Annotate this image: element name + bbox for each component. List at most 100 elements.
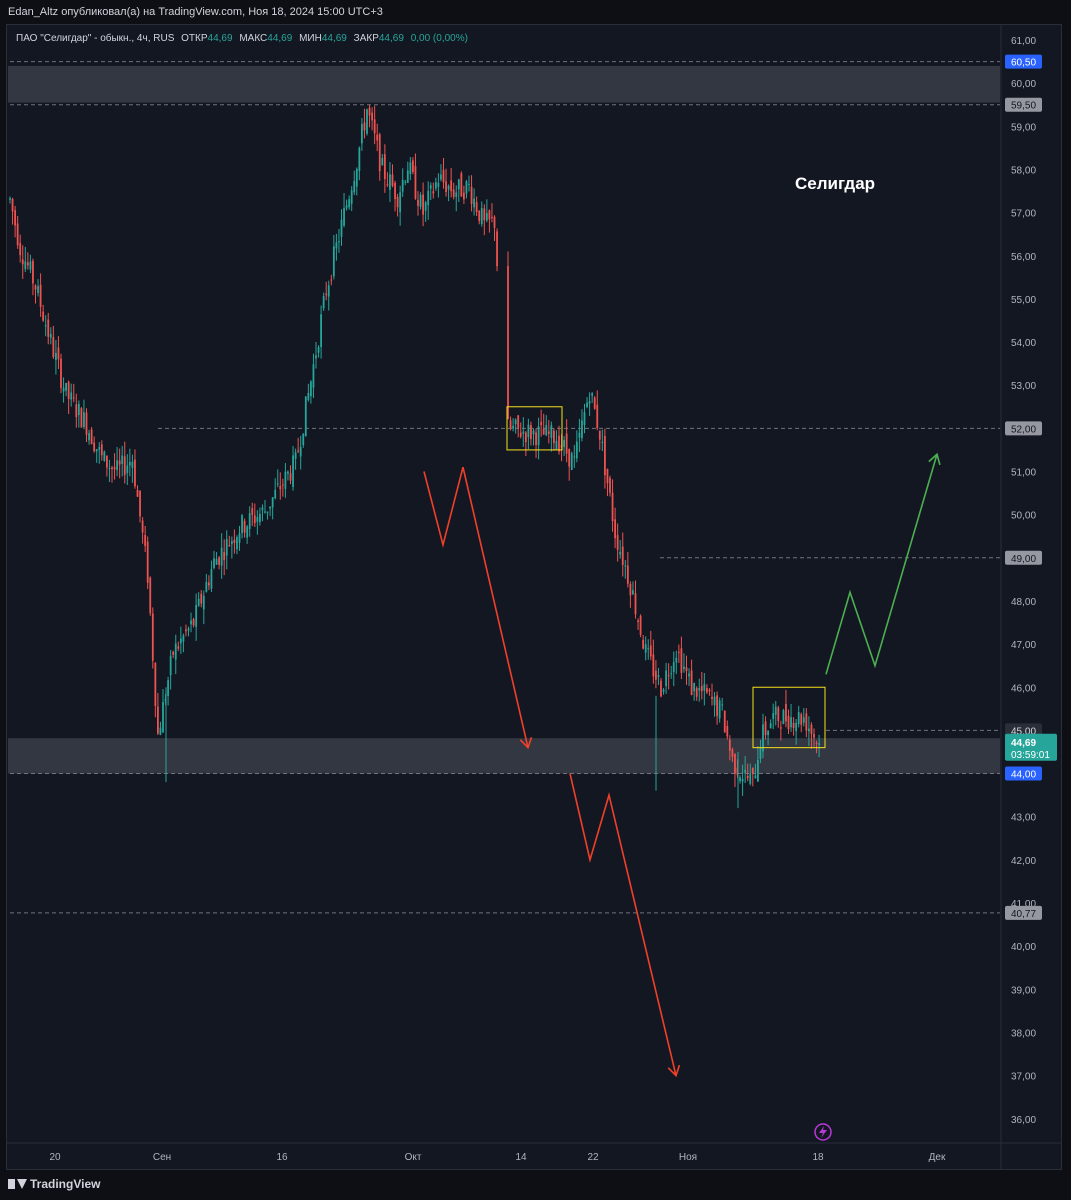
candle-body	[452, 189, 455, 197]
candle-body	[690, 670, 693, 696]
candle-body	[409, 162, 412, 175]
candle-body	[65, 382, 67, 391]
candle-body	[90, 429, 93, 445]
candle-body	[519, 432, 522, 437]
candle-body	[256, 517, 259, 522]
candle-body	[675, 657, 678, 663]
price-tag-label: 59,50	[1011, 101, 1036, 112]
price-tick-label: 57,00	[1011, 209, 1036, 220]
candle-body	[72, 397, 75, 399]
candle-body	[813, 733, 815, 738]
candle-body	[77, 403, 80, 416]
candle-body	[238, 533, 241, 543]
candle-body	[588, 401, 591, 404]
tradingview-logo[interactable]: TradingView	[8, 1177, 100, 1191]
candle-body	[614, 519, 616, 539]
candle-body	[297, 450, 300, 452]
candle-body	[208, 582, 210, 586]
candle-body	[815, 743, 818, 745]
candle-body	[315, 355, 317, 359]
candle-body	[447, 185, 450, 190]
candle-body	[24, 261, 27, 270]
price-chart[interactable]: ПАО "Селигдар" - обыкн., 4ч, RUS ОТКР44,…	[0, 0, 1071, 1170]
candle-body	[619, 551, 622, 555]
candle-body	[287, 471, 289, 474]
candle-body	[583, 412, 586, 426]
candle-body	[371, 112, 373, 121]
price-tick-label: 36,00	[1011, 1115, 1036, 1126]
candle-body	[236, 537, 238, 550]
candle-body	[488, 210, 491, 220]
price-tick-label: 46,00	[1011, 683, 1036, 694]
footer-brand: TradingView	[30, 1177, 101, 1191]
candle-body	[774, 706, 777, 715]
candle-body	[128, 462, 131, 466]
candle-body	[440, 174, 442, 180]
candle-body	[39, 284, 42, 307]
candle-body	[141, 520, 144, 533]
candle-body	[649, 645, 652, 657]
candle-body	[652, 654, 655, 677]
candle-body	[246, 526, 249, 538]
candle-body	[210, 569, 213, 589]
candle-body	[586, 402, 588, 407]
candle-body	[480, 208, 483, 225]
candle-body	[655, 670, 657, 680]
candle-body	[284, 471, 287, 489]
candle-body	[634, 593, 637, 615]
candle-body	[647, 648, 650, 650]
legend-open-value: 44,69	[208, 33, 233, 44]
candle-body	[535, 432, 537, 445]
candle-body	[434, 182, 437, 189]
candle-body	[818, 743, 820, 745]
candle-body	[427, 190, 430, 206]
candle-body	[213, 558, 215, 569]
candle-body	[468, 183, 470, 185]
time-tick-label: Окт	[405, 1152, 422, 1163]
candle-body	[106, 455, 108, 468]
time-tick-label: 18	[812, 1152, 824, 1163]
candle-body	[95, 449, 98, 452]
candle-body	[764, 721, 767, 735]
candle-body	[777, 707, 780, 722]
candle-body	[507, 266, 509, 420]
candle-body	[383, 154, 386, 180]
candle-body	[151, 613, 154, 661]
candle-body	[537, 426, 540, 446]
candle-body	[330, 279, 333, 281]
candle-body	[131, 461, 134, 468]
candle-body	[378, 134, 381, 172]
candle-body	[52, 337, 55, 357]
candle-body	[746, 775, 749, 779]
price-axis[interactable]: 61,00 60,00 59,00 58,00 57,00 56,00 55,00 54,00…	[1011, 36, 1036, 1126]
candle-body	[672, 662, 675, 673]
candle-body	[596, 404, 599, 428]
price-tick-label: 51,00	[1011, 468, 1036, 479]
candle-body	[62, 387, 65, 392]
legend-high-value: 44,69	[267, 33, 292, 44]
candle-body	[616, 535, 619, 550]
candle-body	[739, 777, 741, 781]
candle-body	[624, 565, 627, 567]
price-tag: 60,50	[1005, 54, 1042, 69]
candle-body	[693, 683, 696, 692]
candle-body	[604, 435, 606, 476]
bullish-arrow	[825, 454, 938, 675]
candle-body	[478, 210, 481, 222]
candle-body	[34, 285, 37, 290]
candle-body	[429, 185, 432, 189]
time-tick-label: Дек	[929, 1152, 946, 1163]
candle-body	[810, 724, 813, 734]
candle-body	[340, 219, 343, 237]
price-tag-label: 60,50	[1011, 58, 1036, 69]
candle-body	[113, 466, 116, 470]
lightning-icon[interactable]	[814, 1123, 832, 1141]
time-axis[interactable]: 20 Сен 16 Окт 14 22 Ноя 18 Дек	[49, 1152, 946, 1163]
candle-body	[322, 296, 325, 309]
candle-body	[103, 451, 106, 461]
candle-body	[243, 520, 246, 533]
candle-body	[98, 447, 101, 450]
candle-body	[57, 347, 60, 360]
candle-body	[47, 319, 50, 337]
candle-body	[123, 456, 126, 476]
